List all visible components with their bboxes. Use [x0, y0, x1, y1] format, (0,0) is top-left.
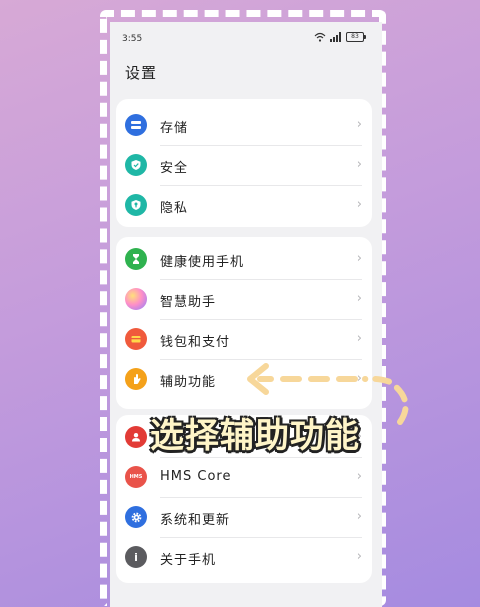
chevron-right-icon: › [356, 117, 362, 132]
hourglass-icon [125, 248, 147, 270]
hms-icon-text: HMS [129, 474, 143, 480]
assistant-orb-icon [125, 288, 147, 310]
settings-item-digital-balance[interactable]: 健康使用手机 › [116, 239, 372, 279]
page-title: 设置 [125, 64, 158, 82]
settings-item-label: 关于手机 [160, 553, 217, 568]
wallet-icon [125, 328, 147, 350]
chevron-right-icon: › [356, 197, 362, 212]
settings-item-security[interactable]: 安全 › [116, 145, 372, 185]
settings-item-label: 系统和更新 [160, 513, 231, 528]
chevron-right-icon: › [356, 509, 362, 524]
shield-icon [125, 154, 147, 176]
instruction-caption: 选择辅助功能 [150, 416, 360, 456]
chevron-right-icon: › [356, 291, 362, 306]
settings-item-storage[interactable]: 存储 › [116, 105, 372, 145]
account-icon [125, 426, 147, 448]
status-time: 3:55 [122, 34, 143, 44]
status-icons: 83 [314, 32, 366, 42]
wifi-icon [314, 32, 326, 42]
settings-item-label: 健康使用手机 [160, 255, 245, 270]
settings-item-privacy[interactable]: 隐私 › [116, 185, 372, 225]
settings-group-device: 存储 › 安全 › 隐私 › [116, 99, 372, 227]
chevron-right-icon: › [356, 549, 362, 564]
chevron-right-icon: › [356, 251, 362, 266]
settings-item-label: 存储 [160, 121, 189, 136]
chevron-right-icon: › [356, 157, 362, 172]
settings-item-assistant[interactable]: 智慧助手 › [116, 279, 372, 319]
privacy-icon [125, 194, 147, 216]
settings-item-label: 隐私 [160, 201, 189, 216]
settings-item-hms-core[interactable]: HMS HMS Core › [116, 457, 372, 497]
chevron-right-icon: › [356, 331, 362, 346]
gear-icon [125, 506, 147, 528]
chevron-right-icon: › [356, 469, 362, 484]
settings-item-label: 钱包和支付 [160, 335, 231, 350]
settings-item-system-update[interactable]: 系统和更新 › [116, 497, 372, 537]
info-icon: i [125, 546, 147, 568]
settings-item-wallet[interactable]: 钱包和支付 › [116, 319, 372, 359]
settings-item-label: 智慧助手 [160, 295, 217, 310]
hms-icon: HMS [125, 466, 147, 488]
battery-icon: 83 [346, 32, 366, 42]
settings-item-label: HMS Core [160, 469, 232, 484]
settings-item-label: 辅助功能 [160, 375, 217, 390]
settings-item-about-phone[interactable]: i 关于手机 › [116, 537, 372, 577]
signal-icon [330, 32, 341, 42]
storage-icon [125, 114, 147, 136]
settings-item-label: 安全 [160, 161, 189, 176]
accessibility-hand-icon [125, 368, 147, 390]
phone-screen: 3:55 83 设置 存储 › 安全 › 隐私 › 健康使用手机 › 智慧助手 … [110, 22, 382, 607]
status-bar: 3:55 83 [110, 32, 382, 48]
